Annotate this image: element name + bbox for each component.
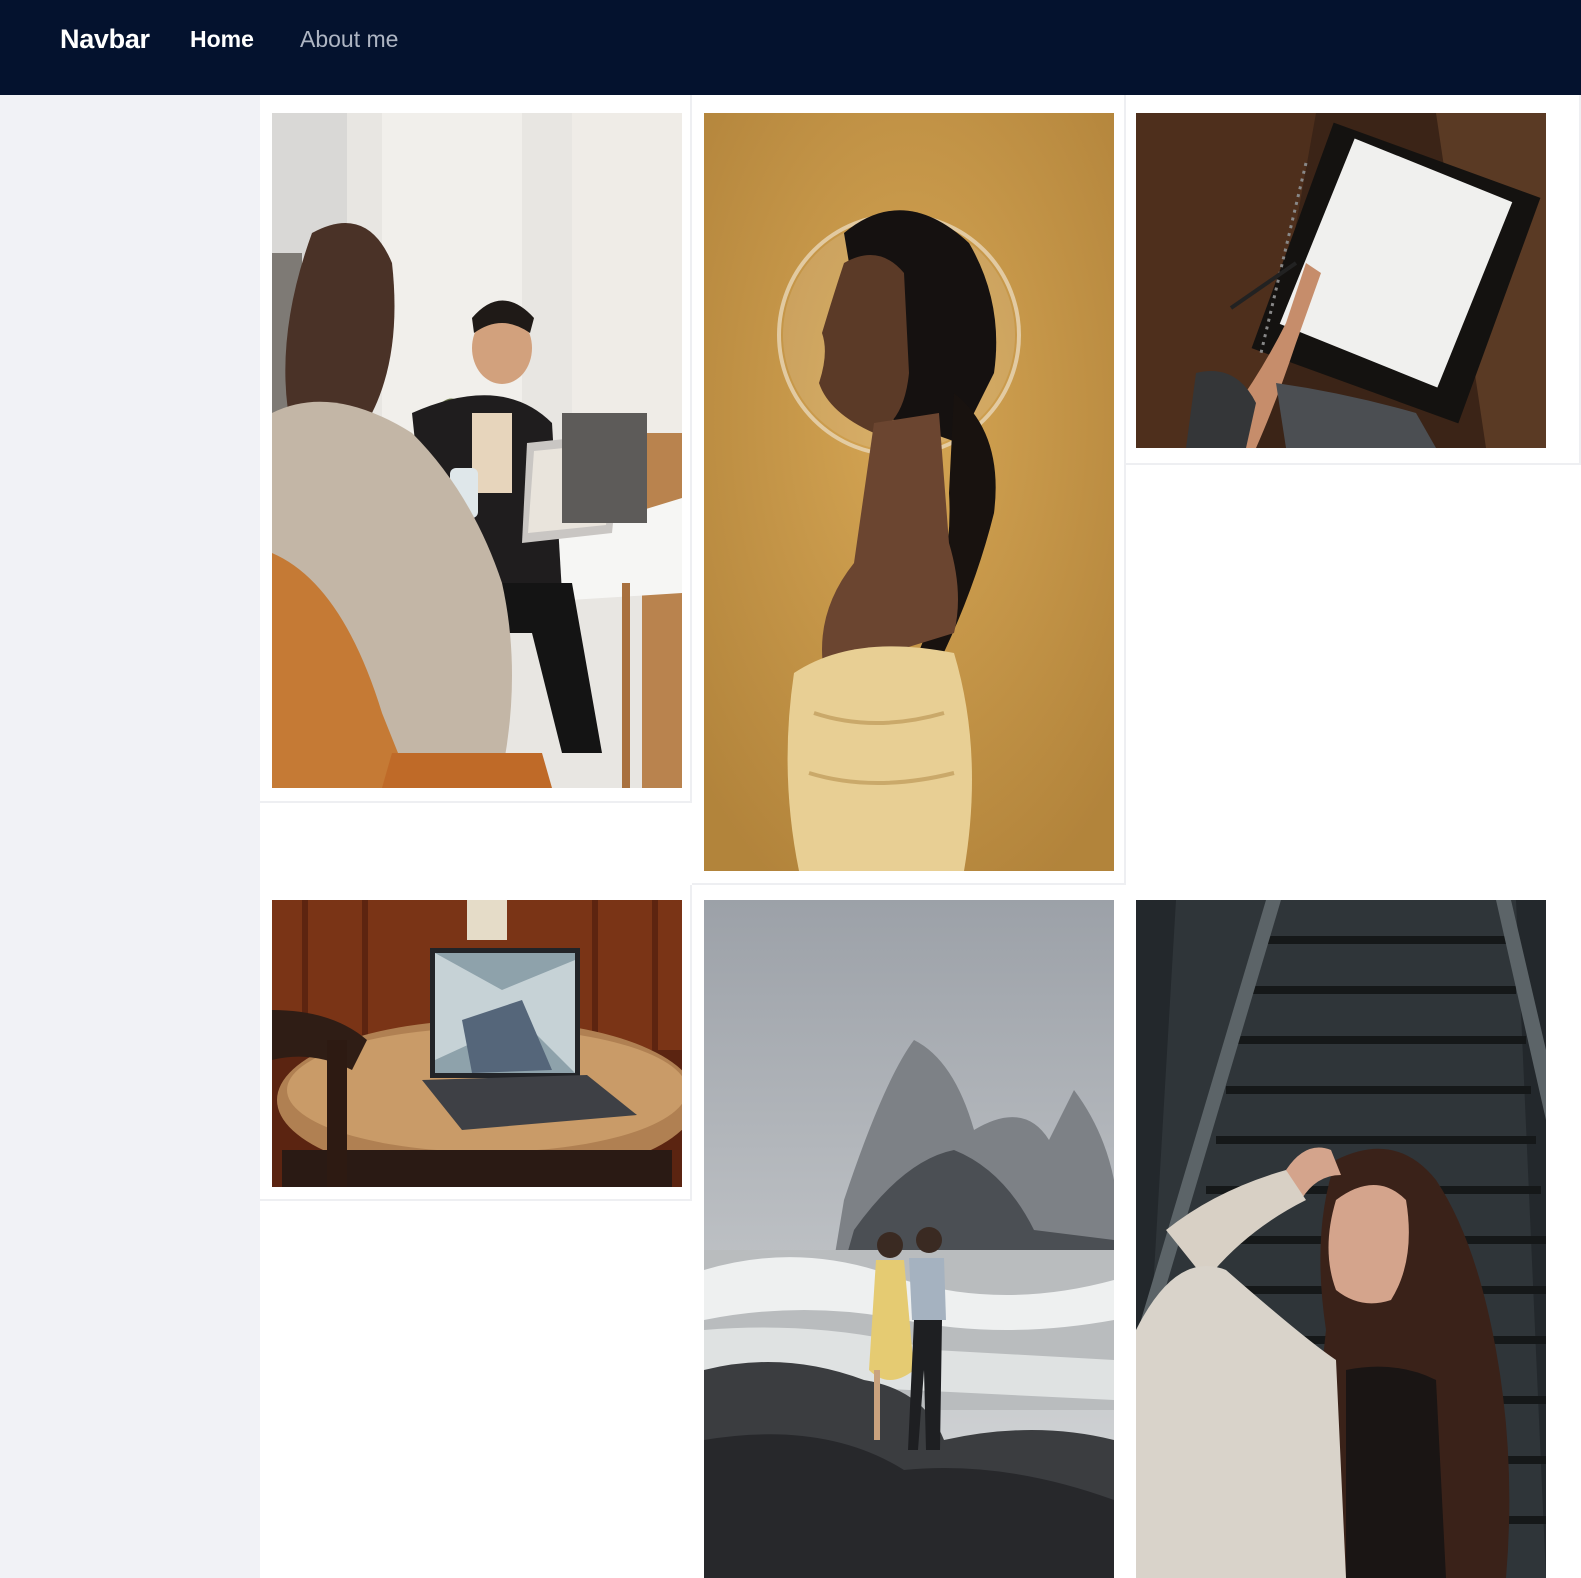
- gallery-photo-woman-stairs[interactable]: [1136, 900, 1546, 1578]
- sidebar: [0, 95, 260, 1578]
- nav-link-home[interactable]: Home: [190, 26, 254, 53]
- photo-gallery: [260, 95, 1581, 1578]
- nav-link-about-me[interactable]: About me: [300, 26, 398, 53]
- gallery-photo-meeting[interactable]: [272, 113, 682, 788]
- gallery-photo-portrait-halo[interactable]: [704, 113, 1114, 871]
- gallery-photo-notebook[interactable]: [1136, 113, 1546, 448]
- gallery-photo-couple-sea[interactable]: [704, 900, 1114, 1578]
- gallery-photo-laptop[interactable]: [272, 900, 682, 1187]
- top-navbar: Navbar Home About me: [0, 0, 1581, 95]
- navbar-brand[interactable]: Navbar: [60, 24, 150, 55]
